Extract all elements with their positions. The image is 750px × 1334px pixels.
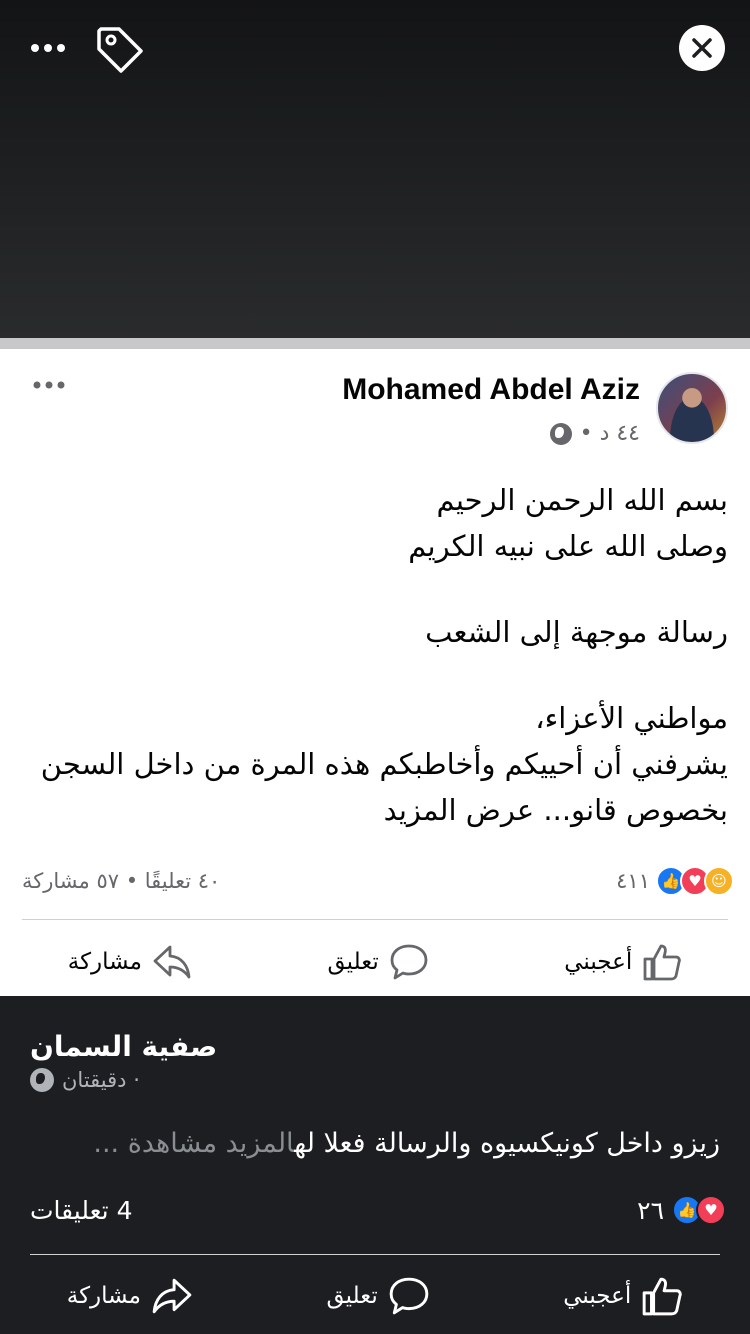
post-divider [22,919,728,920]
post-line-blank [28,569,728,609]
comment-button[interactable]: تعليق [327,1276,430,1316]
comment-label: تعليق [327,949,379,975]
post-more-icon[interactable] [32,375,68,395]
more-options-icon[interactable] [26,30,70,66]
comment-text: زيزو داخل كونيكسيوه والرسالة فعلا لهالمز… [30,1124,720,1164]
comment-stats: 👍 ♥ ٢٦ 4 تعليقات [30,1192,726,1228]
like-button[interactable]: أعجبني [563,1276,683,1316]
comment-time: دقيقتان · [62,1068,140,1092]
post-card: Mohamed Abdel Aziz ٤٤ د • بسم الله الرحم… [0,349,750,996]
comments-count[interactable]: 4 تعليقات [30,1196,133,1225]
post-line: يشرفني أن أحييكم وأخاطبكم هذه المرة من د… [40,747,728,781]
post-line: مواطني الأعزاء، [535,701,728,735]
comment-see-more[interactable]: المزيد مشاهدة ... [93,1128,294,1159]
like-icon [642,1277,682,1316]
reactions-summary[interactable]: 👍 ♥ ☺ ٤١١ [616,866,734,896]
post-line: وصلى الله على نبيه الكريم [408,529,728,563]
comment-reaction-count: ٢٦ [637,1195,664,1225]
share-icon [152,1278,192,1314]
comments-shares-count[interactable]: ٤٠ تعليقًا • ٥٧ مشاركة [22,869,220,893]
post-line-blank [28,655,728,695]
like-label: أعجبني [563,1283,632,1309]
post-text: بسم الله الرحمن الرحيم وصلى الله على نبي… [28,477,728,833]
post-time: ٤٤ د • [579,421,640,446]
comment-actions: أعجبني تعليق مشاركة [0,1271,750,1321]
photo-viewer-header [0,0,750,338]
share-comment-section: صفية السمان دقيقتان · زيزو داخل كونيكسيو… [0,996,750,1334]
commenter-name[interactable]: صفية السمان [30,1030,217,1063]
like-button[interactable]: أعجبني [564,943,682,981]
globe-icon [549,422,572,445]
reaction-count: ٤١١ [616,869,650,893]
share-button[interactable]: مشاركة [67,1276,193,1316]
post-meta: ٤٤ د • [549,421,640,446]
see-more-link[interactable]: بخصوص قانو... عرض المزيد [28,787,728,833]
post-actions: أعجبني تعليق مشاركة [0,934,750,990]
post-line: رسالة موجهة إلى الشعب [425,615,728,649]
commenter-meta: دقيقتان · [30,1068,140,1092]
divider-strip [0,338,750,349]
post-author[interactable]: Mohamed Abdel Aziz [342,373,640,407]
love-reaction-icon: ♥ [696,1195,726,1225]
author-avatar[interactable] [656,372,728,444]
like-icon [643,944,682,981]
post-stats: 👍 ♥ ☺ ٤١١ ٤٠ تعليقًا • ٥٧ مشاركة [22,863,734,899]
tag-icon[interactable] [92,24,148,74]
share-icon [153,945,191,979]
comment-icon [390,944,428,980]
share-label: مشاركة [67,949,142,975]
comment-icon [389,1277,429,1315]
like-label: أعجبني [564,949,633,975]
comment-divider [30,1254,720,1255]
globe-icon [30,1068,54,1092]
comment-body: زيزو داخل كونيكسيوه والرسالة فعلا له [294,1128,720,1159]
close-icon[interactable] [679,25,725,71]
share-label: مشاركة [66,1283,141,1309]
post-line: بسم الله الرحمن الرحيم [436,483,728,517]
comment-button[interactable]: تعليق [328,943,429,981]
care-reaction-icon: ☺ [704,866,734,896]
share-button[interactable]: مشاركة [68,943,192,981]
comment-label: تعليق [326,1283,378,1309]
comment-reactions[interactable]: 👍 ♥ ٢٦ [637,1195,726,1225]
